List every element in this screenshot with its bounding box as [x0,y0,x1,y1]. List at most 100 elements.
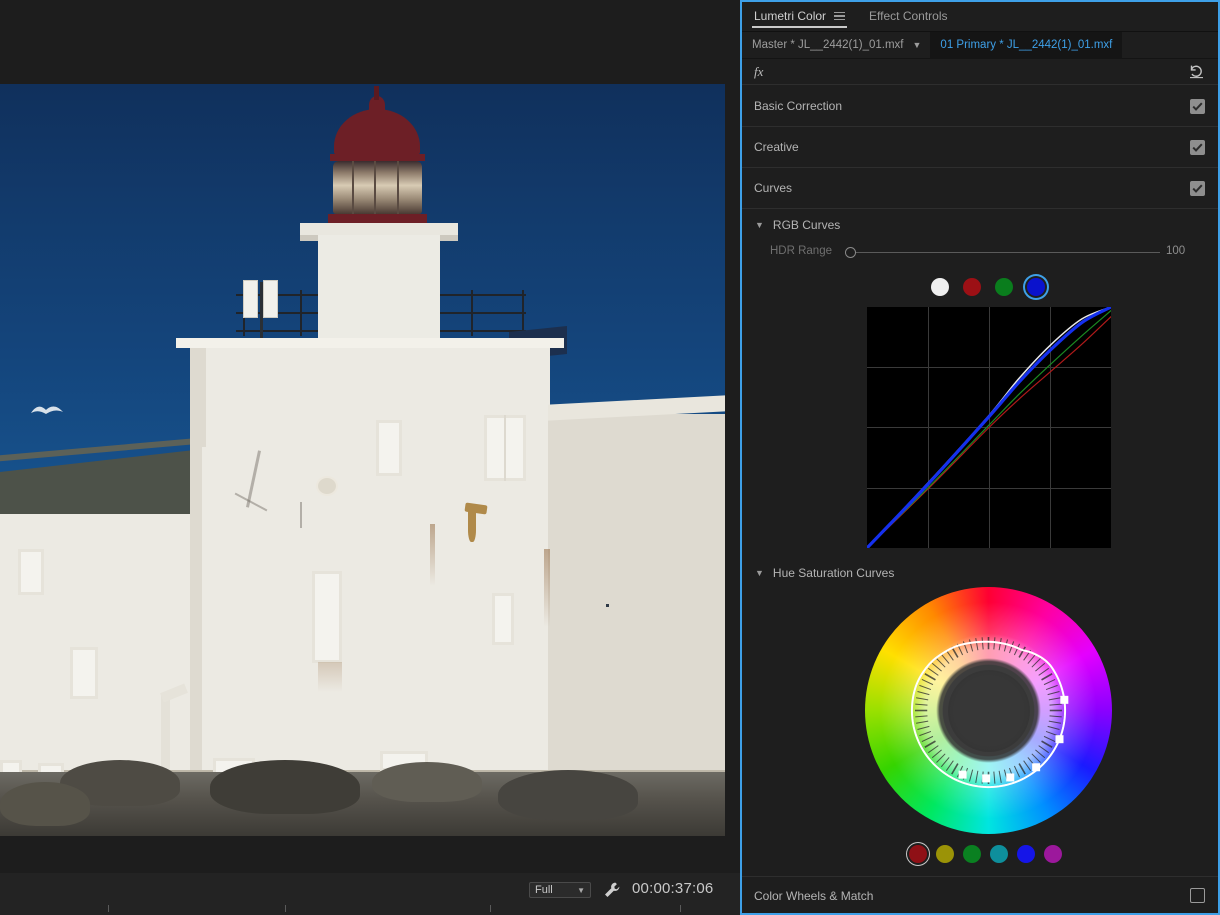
hue-curve-control-point[interactable] [1032,763,1040,771]
channel-dot-blue[interactable] [1027,278,1045,296]
video-frame [0,84,725,836]
lighthouse-building [0,84,725,836]
zoom-level-select[interactable]: Full ▼ [529,882,591,898]
rgb-channel-selector [742,278,1218,300]
section-basic-correction[interactable]: Basic Correction [742,86,1218,127]
section-color-wheels-match-label: Color Wheels & Match [742,889,873,903]
basic-correction-checkbox[interactable] [1190,99,1205,114]
hue-curve-control-point[interactable] [959,771,967,779]
rock [372,762,482,802]
premiere-pro-window: Full ▼ 00:00:37:06 Lumetri Color Effect … [0,0,1220,915]
hue-preset-swatches [742,845,1218,869]
wheel-tick [941,757,949,766]
section-curves[interactable]: Curves [742,168,1218,209]
chevron-down-icon: ▼ [577,886,585,895]
swatch-red[interactable] [909,845,927,863]
wheel-tick [1042,674,1053,680]
channel-dot-red[interactable] [963,278,981,296]
upper-wall-shadow [190,342,206,447]
wheel-tick [1042,741,1053,747]
window [492,593,514,645]
hue-wheel-curve[interactable] [865,587,1112,834]
ruler-tick [680,905,681,912]
letterbox-right [725,84,740,836]
reset-undo-icon[interactable] [1188,63,1205,80]
hdr-range-row: HDR Range 100 [742,242,1218,264]
wheel-tick [976,771,978,783]
hue-curve-control-point[interactable] [982,774,990,782]
wheel-tick [1035,663,1044,671]
tab-lumetri-color[interactable]: Lumetri Color [742,1,857,31]
hdr-range-handle[interactable] [845,247,856,258]
program-monitor: Full ▼ 00:00:37:06 [0,0,740,915]
window [312,571,342,663]
railing-post [300,290,302,336]
timeline-ruler[interactable] [0,903,740,915]
wheel-tick [1032,659,1041,668]
wall-stain [430,524,435,586]
subsection-rgb-curves-label: RGB Curves [773,218,840,232]
hamburger-menu-icon[interactable] [834,12,845,21]
hue-curve-control-point[interactable] [1060,696,1068,704]
upper-cornice [176,338,564,348]
railing-post [522,290,524,336]
channel-dot-master-white[interactable] [931,278,949,296]
rgb-curves-graph[interactable] [867,307,1111,548]
wheel-tick [917,691,929,694]
wheel-tick [1024,761,1031,771]
swatch-cyan[interactable] [990,845,1008,863]
curves-checkbox[interactable] [1190,181,1205,196]
gallery-deck [300,223,458,235]
subsection-hue-saturation-curves-label: Hue Saturation Curves [773,566,894,580]
wheel-tick [1050,704,1062,705]
window [376,420,402,476]
wheel-tick [1044,736,1055,741]
breadcrumb-master[interactable]: Master * JL__2442(1)_01.mxf [742,39,904,51]
chevron-down-icon[interactable]: ▼ [904,40,931,50]
subsection-rgb-curves[interactable]: ▼ RGB Curves [742,214,1218,236]
wheel-tick [982,637,983,649]
tab-effect-controls[interactable]: Effect Controls [857,1,959,31]
wheel-tick [915,716,927,717]
railing-post [471,290,473,336]
zoom-level-value: Full [535,884,553,896]
wheel-tick [941,654,949,663]
wheel-tick [1049,721,1061,723]
wheel-tick [1048,691,1060,694]
wheel-tick [999,771,1001,783]
section-curves-label: Curves [742,181,792,195]
wall-stain [318,662,342,692]
hdr-range-track[interactable] [850,252,1160,253]
channel-dot-green[interactable] [995,278,1013,296]
wheel-tick [919,731,931,735]
hue-curve-control-point[interactable] [1055,735,1063,743]
curve-red [867,317,1111,548]
wheel-tick [919,685,931,689]
fx-row: fx [742,59,1218,85]
chevron-down-icon[interactable]: ▼ [755,568,764,578]
color-wheels-match-checkbox[interactable] [1190,888,1205,903]
subsection-hue-saturation-curves[interactable]: ▼ Hue Saturation Curves [742,562,1218,584]
wheel-tick [1028,654,1036,663]
timecode-display[interactable]: 00:00:37:06 [632,880,713,897]
creative-checkbox[interactable] [1190,140,1205,155]
swatch-green[interactable] [963,845,981,863]
swatch-yellow[interactable] [936,845,954,863]
wheel-tick [1032,754,1041,763]
swatch-blue[interactable] [1017,845,1035,863]
wheel-tick [994,772,995,784]
section-color-wheels-match[interactable]: Color Wheels & Match [742,876,1218,914]
video-stage[interactable] [0,0,740,873]
hue-curve-control-point[interactable] [1006,773,1014,781]
section-creative[interactable]: Creative [742,127,1218,168]
chevron-down-icon[interactable]: ▼ [755,220,764,230]
breadcrumb-primary[interactable]: 01 Primary * JL__2442(1)_01.mxf [930,32,1122,59]
wall-stain [544,549,550,627]
hdr-range-value[interactable]: 100 [1166,245,1185,257]
ruler-tick [108,905,109,912]
wrench-icon[interactable] [603,881,621,899]
wheel-tick [922,679,933,684]
swatch-magenta[interactable] [1044,845,1062,863]
wheel-tick [928,746,938,753]
lantern-upper-ring [330,154,425,161]
